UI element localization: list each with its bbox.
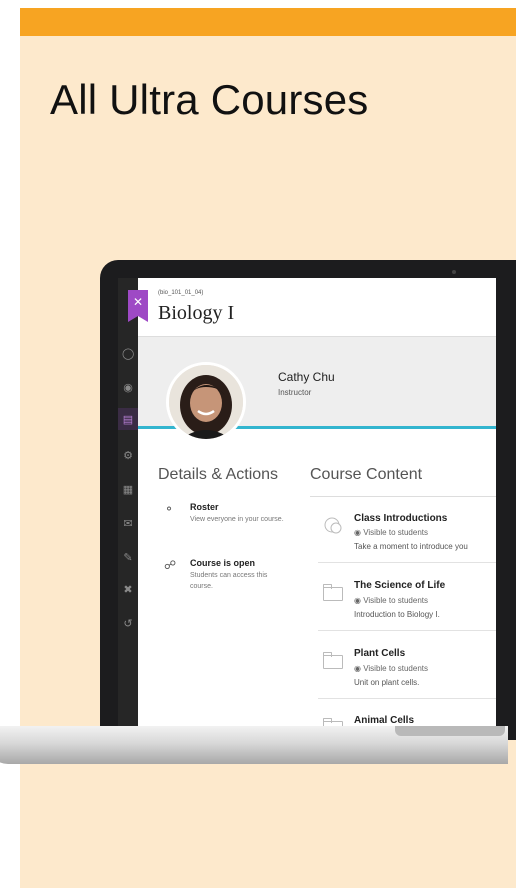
content-item-title[interactable]: The Science of Life [354,580,445,591]
folder-icon [323,584,343,601]
instructor-role: Instructor [278,388,312,397]
calendar-icon[interactable]: ▦ [122,484,134,496]
roster-description: View everyone in your course. [190,516,284,523]
content-divider [318,630,496,631]
eye-icon: ◉ [354,664,364,673]
user-icon[interactable]: ◯ [122,348,134,360]
content-divider [318,698,496,699]
discussion-icon [323,516,343,534]
close-button[interactable]: ✕ [128,290,148,322]
visibility-status[interactable]: ◉ Visible to students [354,596,428,605]
content-item-title[interactable]: Animal Cells [354,715,414,726]
folder-icon [323,718,343,726]
orange-header-bar [20,8,516,36]
content-item-description: Unit on plant cells. [354,678,420,687]
groups-icon[interactable]: ⚙ [122,450,134,462]
courses-icon[interactable]: ▤ [122,414,134,426]
content-heading: Course Content [310,466,423,483]
eye-icon: ◉ [354,596,364,605]
eye-icon: ◉ [354,528,364,537]
signout-icon[interactable]: ↺ [122,618,134,630]
folder-icon [323,652,343,669]
visibility-label: Visible to students [363,596,428,605]
course-title: Biology I [158,302,235,324]
course-status-description: Students can access this course. [190,572,268,590]
instructor-name[interactable]: Cathy Chu [278,370,335,384]
content-item-title[interactable]: Plant Cells [354,648,405,659]
instructor-avatar[interactable] [166,362,246,442]
content-divider [310,496,496,497]
roster-link[interactable]: Roster [190,502,219,512]
roster-icon: ⚬ [164,502,175,516]
slide-title: All Ultra Courses [50,76,369,123]
camera-icon [452,270,456,274]
globe-icon[interactable]: ◉ [122,382,134,394]
details-heading: Details & Actions [158,466,279,483]
visibility-label: Visible to students [363,528,428,537]
content-divider [318,562,496,563]
content-item-description: Take a moment to introduce you [354,542,468,551]
close-icon: ✕ [132,295,144,309]
messages-icon[interactable]: ✉ [122,518,134,530]
visibility-status[interactable]: ◉ Visible to students [354,664,428,673]
content-item-title[interactable]: Class Introductions [354,513,447,524]
course-status-link[interactable]: Course is open [190,558,255,568]
unlock-icon: ☍ [164,558,177,572]
visibility-label: Visible to students [363,664,428,673]
laptop-screen: ◯ ◉ ▤ ⚙ ▦ ✉ ✎ ✖ ↺ ✕ (bio_101_01_04) Biol… [118,278,496,726]
grades-icon[interactable]: ✎ [122,552,134,564]
sidebar: ◯ ◉ ▤ ⚙ ▦ ✉ ✎ ✖ ↺ [118,278,138,726]
laptop-notch [395,726,505,736]
tools-icon[interactable]: ✖ [122,584,134,596]
course-id: (bio_101_01_04) [158,290,204,296]
content-item-description: Introduction to Biology I. [354,610,440,619]
visibility-status[interactable]: ◉ Visible to students [354,528,428,537]
